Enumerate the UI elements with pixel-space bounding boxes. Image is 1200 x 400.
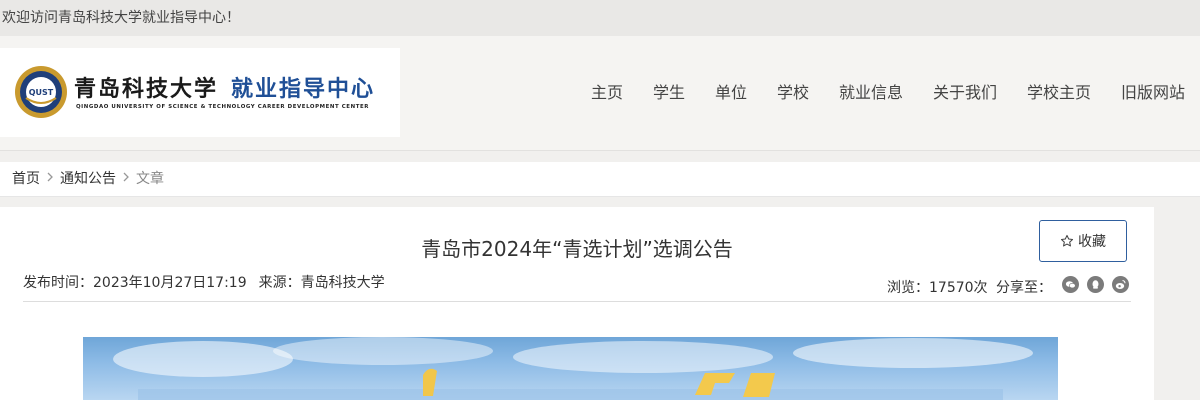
main-nav: 主页 学生 单位 学校 就业信息 关于我们 学校主页 旧版网站 bbox=[0, 81, 1200, 105]
favorite-button[interactable]: 收藏 bbox=[1039, 220, 1127, 262]
article-panel: 青岛市2024年“青选计划”选调公告 收藏 发布时间：2023年10月27日17… bbox=[0, 207, 1154, 400]
chevron-right-icon bbox=[46, 162, 54, 196]
article-title: 青岛市2024年“青选计划”选调公告 bbox=[421, 237, 733, 261]
share-label: 分享至： bbox=[996, 280, 1052, 296]
view-count: 浏览：17570次 bbox=[887, 280, 988, 296]
top-welcome-bar: 欢迎访问青岛科技大学就业指导中心！ bbox=[0, 0, 1200, 36]
breadcrumb-current-article: 文章 bbox=[136, 171, 164, 187]
publish-time: 发布时间：2023年10月27日17:19 bbox=[23, 275, 247, 291]
header-divider bbox=[0, 150, 1200, 151]
qq-icon[interactable] bbox=[1087, 276, 1104, 293]
star-outline-icon bbox=[1060, 234, 1074, 247]
welcome-text: 欢迎访问青岛科技大学就业指导中心！ bbox=[2, 10, 240, 26]
nav-item-employers[interactable]: 单位 bbox=[715, 81, 747, 105]
article-source: 来源：青岛科技大学 bbox=[258, 275, 385, 291]
breadcrumb-notices[interactable]: 通知公告 bbox=[60, 162, 116, 196]
nav-item-about-us[interactable]: 关于我们 bbox=[933, 81, 997, 105]
article-banner-image bbox=[83, 337, 1058, 400]
article-meta: 发布时间：2023年10月27日17:19 来源：青岛科技大学 bbox=[23, 272, 397, 292]
wechat-icon[interactable] bbox=[1062, 276, 1079, 293]
nav-item-school[interactable]: 学校 bbox=[777, 81, 809, 105]
nav-item-job-info[interactable]: 就业信息 bbox=[839, 81, 903, 105]
favorite-label: 收藏 bbox=[1078, 234, 1106, 250]
chevron-right-icon bbox=[122, 162, 130, 196]
breadcrumb: 首页 通知公告 文章 bbox=[0, 162, 1200, 197]
nav-item-old-site[interactable]: 旧版网站 bbox=[1121, 81, 1185, 105]
nav-item-home[interactable]: 主页 bbox=[591, 81, 623, 105]
meta-divider bbox=[23, 301, 1131, 302]
nav-item-university-home[interactable]: 学校主页 bbox=[1027, 81, 1091, 105]
weibo-icon[interactable] bbox=[1112, 276, 1129, 293]
nav-item-students[interactable]: 学生 bbox=[653, 81, 685, 105]
breadcrumb-home[interactable]: 首页 bbox=[12, 162, 40, 196]
